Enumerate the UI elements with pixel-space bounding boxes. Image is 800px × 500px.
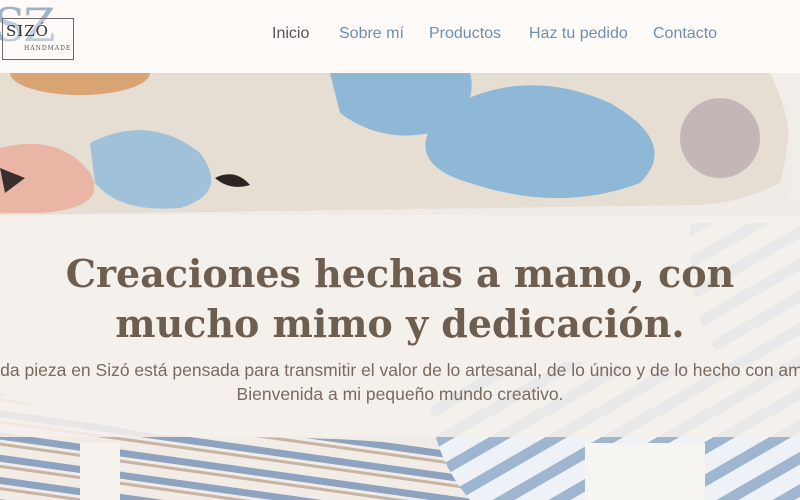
site-header: SZ SIZÓ HANDMADE Inicio Sobre mí Product… [0,0,800,73]
nav-haz-tu-pedido[interactable]: Haz tu pedido [529,25,628,43]
nav-inicio[interactable]: Inicio [272,25,309,43]
nav-sobre-mi[interactable]: Sobre mí [339,25,404,43]
hero-description-line-2: Bienvenida a mi pequeño mundo creativo. [236,384,564,404]
hero-description-line-1: Cada pieza en Sizó está pensada para tra… [0,360,800,380]
nav-contacto[interactable]: Contacto [653,25,717,43]
nav-productos[interactable]: Productos [429,25,501,43]
hero-heading: Creaciones hechas a mano, con mucho mimo… [65,251,735,346]
hero-section: Creaciones hechas a mano, con mucho mimo… [0,73,800,500]
main-navigation: Inicio Sobre mí Productos Haz tu pedido … [0,25,800,47]
hero-description: Cada pieza en Sizó está pensada para tra… [0,358,800,406]
